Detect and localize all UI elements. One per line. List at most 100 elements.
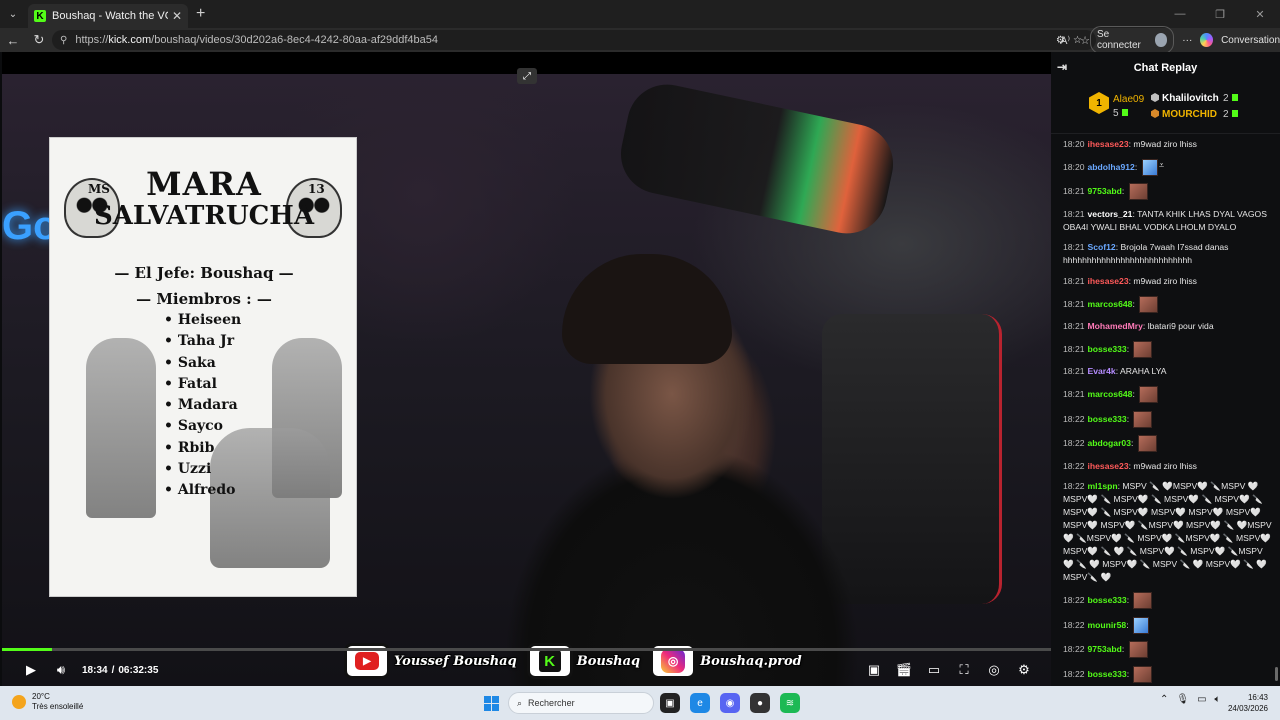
reload-button[interactable]: ↻: [26, 28, 52, 52]
chat-username[interactable]: ihesase23: [1088, 139, 1129, 149]
chat-username[interactable]: Scof12: [1088, 242, 1116, 252]
chat-message: 18:20 ihesase23: m9wad ziro lhiss: [1063, 138, 1272, 151]
collapse-chat-icon[interactable]: ⇥: [1057, 60, 1067, 74]
chat-username[interactable]: ihesase23: [1088, 461, 1129, 471]
chat-timestamp: 18:22: [1063, 644, 1085, 655]
poster-jefe: — El Jefe: Boushaq —: [114, 264, 294, 282]
chat-username[interactable]: Evar4k: [1088, 366, 1116, 376]
restore-icon[interactable]: ❐: [1200, 0, 1240, 28]
chat-message: 18:20 abdolha912:: [1063, 158, 1272, 176]
app-icon[interactable]: ●: [750, 693, 770, 713]
chat-emote-icon[interactable]: [1137, 435, 1157, 453]
chat-emote-icon[interactable]: [1128, 183, 1148, 201]
chat-emote-icon[interactable]: [1141, 158, 1158, 176]
volume-icon[interactable]: 🔊︎: [46, 657, 76, 683]
chat-timestamp: 18:21: [1063, 366, 1085, 377]
seek-bar[interactable]: [2, 648, 1051, 651]
extensions-icon[interactable]: ⚙: [1056, 35, 1065, 46]
chat-username[interactable]: ihesase23: [1088, 276, 1129, 286]
playback-speed-icon[interactable]: ◎: [979, 657, 1009, 683]
clip-icon[interactable]: 🎬︎: [889, 657, 919, 683]
more-options-icon[interactable]: ···: [1182, 35, 1192, 46]
chat-username[interactable]: 9753abd: [1088, 644, 1122, 654]
gifter-name[interactable]: Khalilovitch: [1151, 93, 1219, 104]
chat-username[interactable]: bosse333: [1088, 669, 1127, 679]
gifter-name[interactable]: MOURCHID: [1151, 109, 1217, 120]
chat-message: 18:21 bosse333:: [1063, 340, 1272, 358]
tab-strip: ⌄ K Boushaq - Watch the VOD on Kick ✕ + …: [0, 0, 1280, 28]
close-window-icon[interactable]: ✕: [1240, 0, 1280, 28]
copilot-icon[interactable]: [1200, 33, 1214, 47]
chat-username[interactable]: mounir58: [1088, 620, 1127, 630]
speaker-icon[interactable]: 🔈︎: [1215, 694, 1221, 705]
chat-message: 18:21 9753abd:: [1063, 183, 1272, 201]
close-tab-icon[interactable]: ✕: [172, 9, 182, 23]
settings-gear-icon[interactable]: ⚙: [1009, 657, 1039, 683]
tab-actions-menu[interactable]: ⌄: [0, 0, 26, 28]
clock[interactable]: 16:43 24/03/2026: [1222, 692, 1268, 714]
fullscreen-icon[interactable]: ⛶: [949, 657, 979, 683]
poster-title-line2: SALVATRUCHA: [93, 201, 315, 231]
video-player[interactable]: Go MS 13 MARA SALVATRUCHA — El Jefe: Bou…: [2, 52, 1051, 686]
chat-username[interactable]: abdolha912: [1088, 162, 1135, 172]
chat-username[interactable]: 9753abd: [1088, 186, 1122, 196]
chat-username[interactable]: ml1spn: [1088, 481, 1118, 491]
sign-in-label: Se connecter: [1096, 29, 1141, 51]
back-button[interactable]: ←: [0, 28, 26, 52]
seek-bar-fill: [2, 648, 52, 651]
rank-badge-icon: 1: [1089, 92, 1109, 114]
favorites-icon[interactable]: ☆: [1073, 35, 1082, 46]
chat-username[interactable]: vectors_21: [1088, 209, 1133, 219]
taskbar: 20°C Très ensoleillé ⌕ Rechercher ▣ e ◉ …: [0, 686, 1280, 720]
taskbar-search[interactable]: ⌕ Rechercher: [508, 692, 654, 714]
start-windows-icon[interactable]: [484, 696, 499, 711]
chat-timestamp: 18:21: [1063, 388, 1085, 399]
tab-active[interactable]: K Boushaq - Watch the VOD on Kick ✕: [28, 4, 188, 28]
spotify-icon[interactable]: ≋: [780, 693, 800, 713]
discord-icon[interactable]: ◉: [720, 693, 740, 713]
chat-separator: :: [1130, 438, 1136, 449]
chat-emote-icon[interactable]: [1133, 340, 1153, 358]
theater-mode-icon[interactable]: ⤢: [517, 68, 537, 84]
microphone-icon[interactable]: 🎙︎: [1176, 694, 1189, 705]
chat-message: 18:22 mounir58:: [1063, 616, 1272, 634]
edge-icon[interactable]: e: [690, 693, 710, 713]
minimize-icon[interactable]: —: [1160, 0, 1200, 28]
chat-username[interactable]: bosse333: [1088, 595, 1127, 605]
play-icon[interactable]: ▶: [16, 657, 46, 683]
chat-username[interactable]: bosse333: [1088, 344, 1127, 354]
chat-username[interactable]: marcos648: [1088, 299, 1133, 309]
task-view-icon[interactable]: ▣: [660, 693, 680, 713]
chat-scrollbar[interactable]: [1275, 667, 1278, 681]
chat-emote-icon[interactable]: [1139, 385, 1159, 403]
url-field[interactable]: ⚲ https://kick.com/boushaq/videos/30d202…: [52, 30, 1096, 50]
chat-emote-icon[interactable]: [1133, 591, 1153, 609]
chat-emote-icon[interactable]: [1133, 665, 1153, 683]
poster-member: Alfredo: [164, 480, 241, 501]
chat-timestamp: 18:21: [1063, 186, 1085, 197]
chat-message: 18:22 bosse333:: [1063, 410, 1272, 428]
copilot-label[interactable]: Conversation: [1221, 35, 1280, 46]
site-info-icon[interactable]: ⚲: [60, 35, 67, 46]
chat-message-list[interactable]: 18:20 ihesase23: m9wad ziro lhiss 18:20 abd…: [1051, 134, 1280, 686]
network-icon[interactable]: ▭: [1197, 694, 1206, 705]
chat-username[interactable]: bosse333: [1088, 414, 1127, 424]
miniplayer-icon[interactable]: ▣: [859, 657, 889, 683]
weather-widget[interactable]: 20°C Très ensoleillé: [12, 692, 83, 712]
chat-timestamp: 18:21: [1063, 321, 1085, 332]
chat-username[interactable]: marcos648: [1088, 389, 1133, 399]
chat-emote-icon[interactable]: [1139, 295, 1159, 313]
sign-in-button[interactable]: Se connecter: [1089, 26, 1175, 54]
theater-icon[interactable]: ▭: [919, 657, 949, 683]
chat-timestamp: 18:21: [1063, 275, 1085, 286]
chevron-up-icon[interactable]: ⌃: [1160, 694, 1168, 705]
new-tab-button[interactable]: +: [196, 5, 205, 23]
chat-username[interactable]: abdogar03: [1088, 438, 1131, 448]
gifter-name[interactable]: Alae09: [1113, 94, 1144, 105]
chat-emote-icon[interactable]: [1133, 410, 1153, 428]
chat-timestamp: 18:22: [1063, 594, 1085, 605]
chat-emote-icon[interactable]: [1128, 641, 1148, 659]
chat-username[interactable]: MohamedMry: [1088, 321, 1143, 331]
chat-emote-icon[interactable]: [1132, 616, 1149, 634]
chat-timestamp: 18:22: [1063, 668, 1085, 679]
